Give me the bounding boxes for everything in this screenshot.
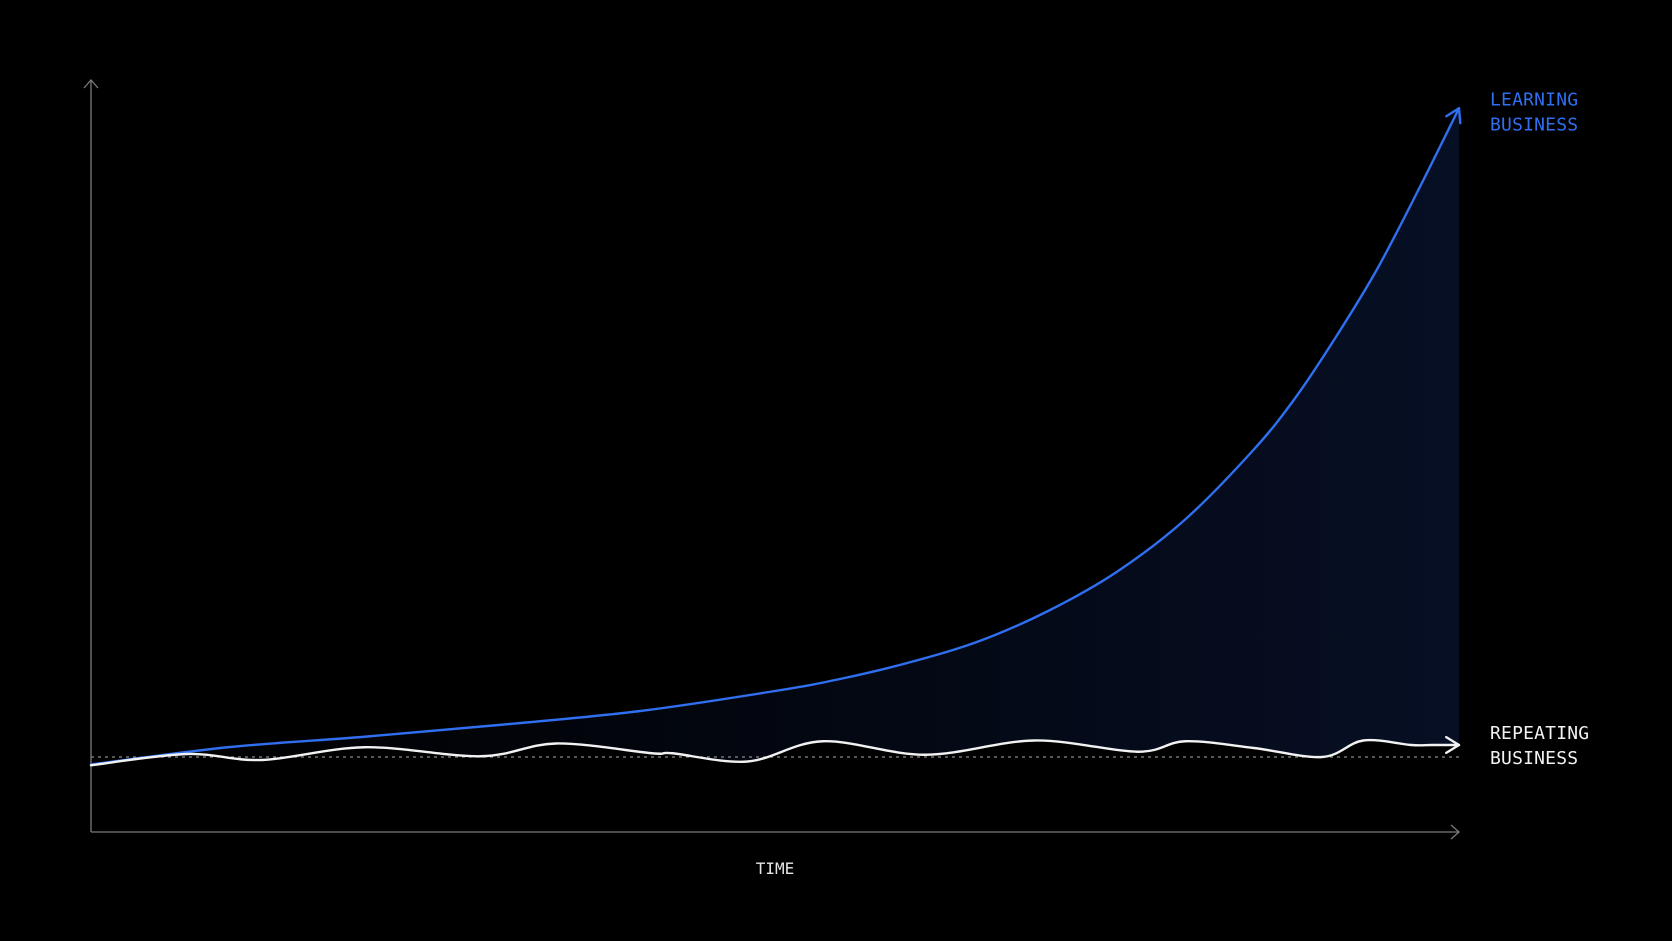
x-axis-label: TIME [756,859,795,878]
series-label-repeating-business-line-1: REPEATING [1490,723,1589,744]
series-label-repeating-business-line-2: BUSINESS [1490,748,1578,769]
chart-svg: TIME LEARNING BUSINESS REPEATING BUSINESS [83,79,1589,878]
growth-gap-fill [91,108,1459,766]
series-label-learning-business-line-1: LEARNING [1490,89,1578,110]
series-label-learning-business-line-2: BUSINESS [1490,114,1578,135]
chart-container: TIME LEARNING BUSINESS REPEATING BUSINESS [0,0,1672,941]
